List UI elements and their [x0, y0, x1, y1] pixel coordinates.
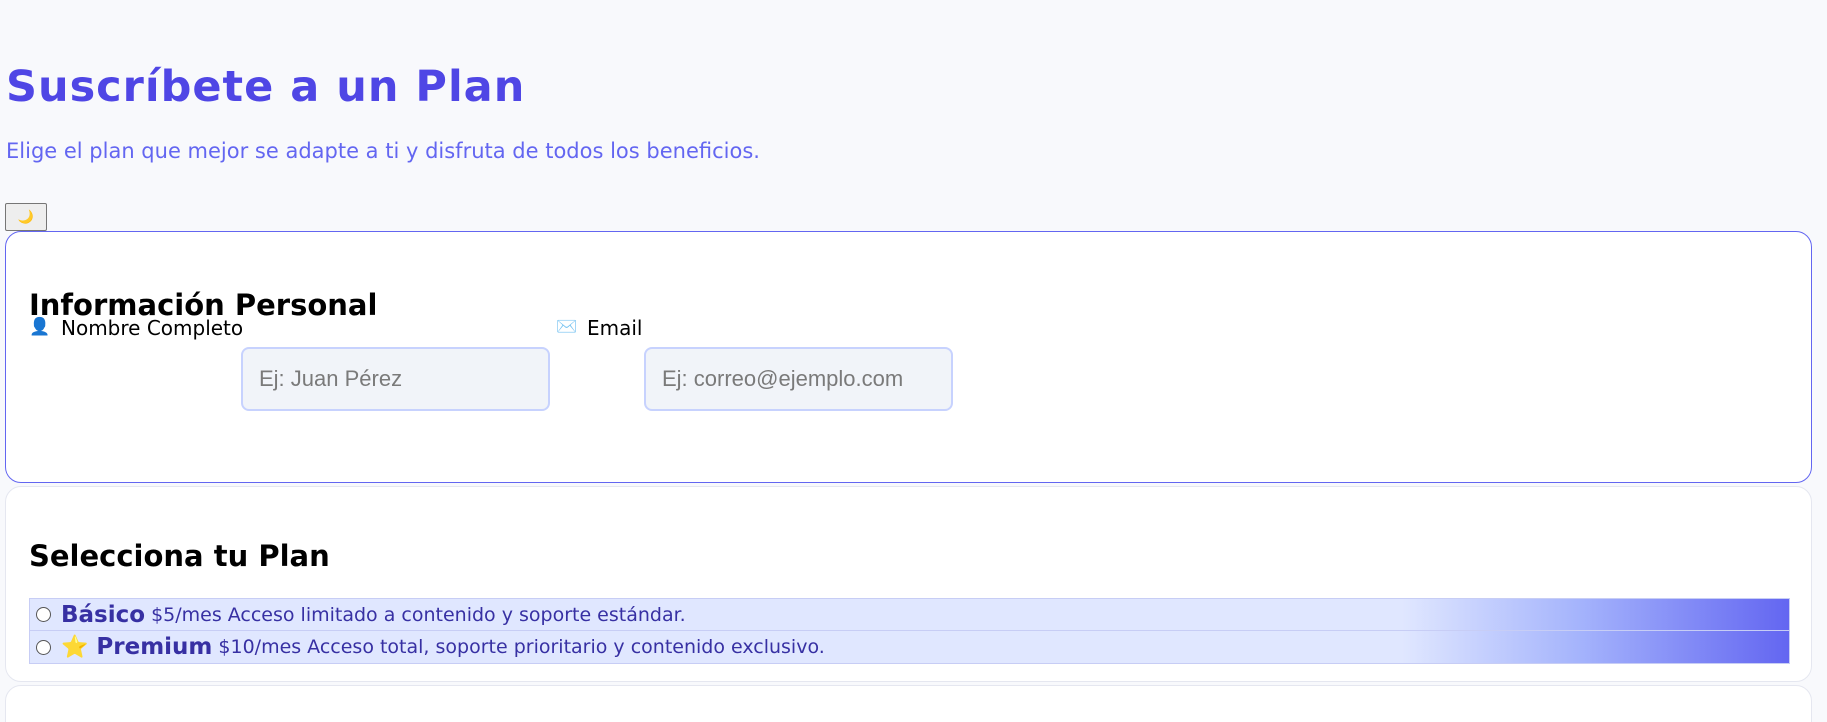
theme-toggle-button[interactable]: 🌙	[5, 203, 47, 231]
envelope-icon: ✉️	[556, 317, 578, 337]
page: Suscríbete a un Plan Elige el plan que m…	[0, 0, 1827, 722]
page-subtitle: Elige el plan que mejor se adapte a ti y…	[6, 139, 760, 163]
moon-icon: 🌙	[17, 209, 35, 224]
plan-selection-card: Selecciona tu Plan Básico $5/mes Acceso …	[5, 486, 1812, 682]
star-icon: ⭐	[61, 634, 89, 660]
plan-name: Básico	[61, 601, 146, 628]
email-label: Email	[587, 316, 643, 340]
plan-price: $10/mes	[218, 636, 302, 658]
plan-price: $5/mes	[151, 603, 222, 626]
plan-description: Acceso total, soporte prioritario y cont…	[307, 636, 825, 658]
plan-list: Básico $5/mes Acceso limitado a contenid…	[29, 598, 1790, 664]
email-input[interactable]	[644, 347, 953, 411]
user-icon: 👤	[29, 317, 51, 337]
plan-radio-basic[interactable]	[36, 607, 51, 622]
plan-radio-premium[interactable]	[36, 639, 51, 655]
next-section-card	[5, 685, 1812, 722]
plan-option-basic[interactable]: Básico $5/mes Acceso limitado a contenid…	[29, 598, 1790, 631]
name-input[interactable]	[241, 347, 550, 411]
name-label: Nombre Completo	[61, 316, 244, 340]
plan-selection-title: Selecciona tu Plan	[29, 539, 330, 573]
plan-option-premium[interactable]: ⭐ Premium $10/mes Acceso total, soporte …	[29, 631, 1790, 664]
plan-description: Acceso limitado a contenido y soporte es…	[227, 603, 686, 626]
plan-name: Premium	[96, 634, 213, 660]
personal-info-card: Información Personal 👤 Nombre Completo ✉…	[5, 231, 1812, 483]
page-title: Suscríbete a un Plan	[6, 62, 526, 112]
